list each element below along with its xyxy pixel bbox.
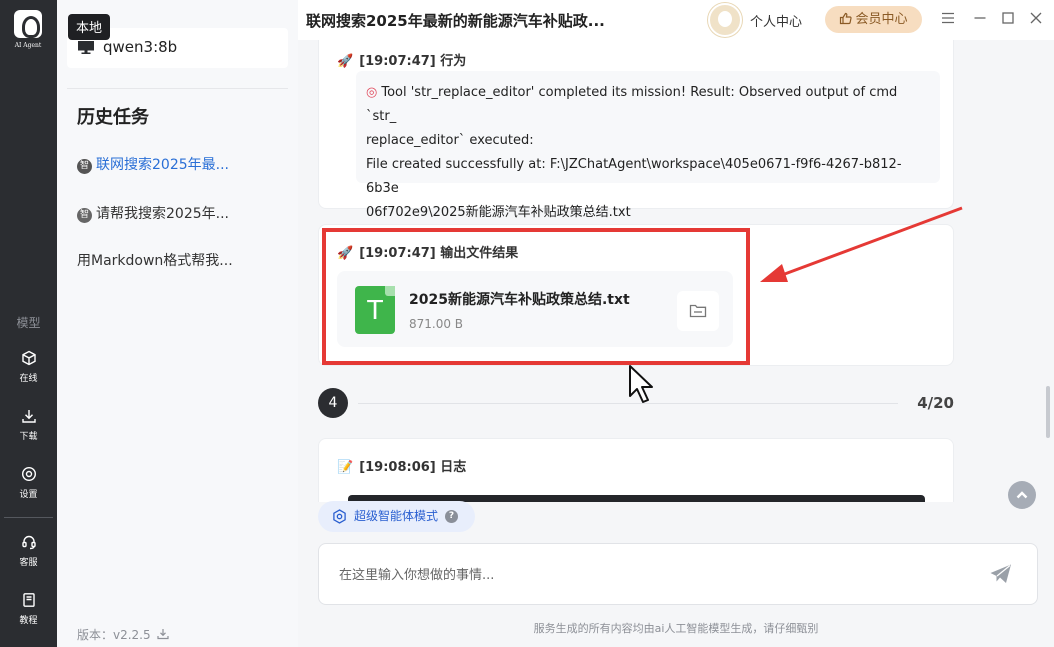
- rail-section-label: 模型: [16, 316, 41, 330]
- close-icon[interactable]: [1028, 10, 1044, 26]
- log-card: 📝 [19:08:06] 日志: [318, 438, 954, 502]
- vip-center-button[interactable]: 会员中心: [825, 6, 922, 33]
- agent-mode-icon: [333, 509, 346, 524]
- rail-item-label: 教程: [19, 616, 38, 626]
- agent-badge-icon: 智: [77, 208, 92, 223]
- rail-item-tutorial[interactable]: 教程: [0, 592, 57, 626]
- log-card-title: [19:08:06] 日志: [359, 460, 467, 475]
- book-icon: [22, 593, 35, 607]
- icon-rail: AI Agent 模型 在线 下载 设置 客服 教程: [0, 0, 57, 647]
- settings-icon: [21, 466, 36, 482]
- step-indicator: 4 4/20: [318, 388, 954, 418]
- maximize-icon[interactable]: [1000, 10, 1016, 26]
- history-item[interactable]: 智联网搜索2025年最...: [77, 154, 229, 174]
- rail-divider: [4, 517, 53, 518]
- tool-result-box: ◎ Tool 'str_replace_editor' completed its…: [356, 71, 940, 220]
- agent-mode-label: 超级智能体模式: [354, 509, 439, 523]
- local-tag: 本地: [68, 14, 111, 40]
- agent-badge-icon: 智: [77, 159, 92, 174]
- headset-icon: [21, 535, 36, 550]
- send-icon[interactable]: [989, 563, 1013, 585]
- log-card-head: 📝 [19:08:06] 日志: [337, 456, 466, 475]
- vip-label: 会员中心: [855, 12, 908, 27]
- chat-scrollbar[interactable]: [1046, 386, 1050, 438]
- update-download-icon[interactable]: [157, 628, 170, 640]
- agent-mode-toggle[interactable]: 超级智能体模式 ?: [318, 501, 475, 532]
- rail-item-label: 设置: [19, 490, 38, 500]
- history-item-label: 用Markdown格式帮我...: [77, 253, 233, 269]
- action-card-head: 🚀 [19:07:47] 行为: [337, 50, 466, 69]
- version-label: 版本：v2.2.5: [77, 628, 151, 642]
- history-title: 历史任务: [77, 107, 149, 128]
- log-icon: 📝: [337, 460, 354, 475]
- chevron-up-icon: [1016, 491, 1028, 499]
- action-card-title: [19:07:47] 行为: [359, 54, 467, 69]
- target-icon: ◎: [366, 85, 378, 100]
- sidebar-divider: [67, 88, 288, 89]
- highlight-box: [322, 228, 750, 365]
- action-card: 🚀 [19:07:47] 行为 ◎ Tool 'str_replace_editor…: [318, 40, 954, 220]
- rail-item-support[interactable]: 客服: [0, 534, 57, 568]
- step-count: 4/20: [917, 394, 954, 412]
- message-composer: [318, 543, 1038, 605]
- step-number: 4: [318, 388, 348, 418]
- rail-item-online[interactable]: 在线: [0, 350, 57, 384]
- chat-title: 联网搜索2025年最新的新能源汽车补贴政...: [306, 12, 605, 30]
- annotation-arrow-icon: [760, 206, 963, 282]
- disclaimer-text: 服务生成的所有内容均由ai人工智能模型生成，请仔细甄别: [533, 622, 819, 635]
- rail-item-label: 下载: [19, 432, 38, 442]
- model-name: qwen3:8b: [103, 38, 178, 56]
- rail-item-download[interactable]: 下载: [0, 408, 57, 442]
- user-avatar[interactable]: [708, 3, 742, 37]
- help-icon[interactable]: ?: [445, 510, 458, 523]
- app-logo: AI Agent: [6, 8, 50, 56]
- rail-item-label: 在线: [19, 374, 38, 384]
- rail-item-settings[interactable]: 设置: [0, 466, 57, 500]
- version-info: 版本：v2.2.5: [77, 626, 170, 643]
- cube-icon: [21, 350, 36, 366]
- scroll-top-button[interactable]: [1008, 481, 1036, 509]
- minimize-icon[interactable]: [972, 10, 988, 26]
- thumbs-up-icon: [840, 12, 853, 25]
- logo-text: AI Agent: [14, 42, 42, 49]
- history-sidebar: qwen3:8b 历史任务 智联网搜索2025年最... 智请帮我搜索2025年…: [57, 0, 298, 647]
- step-divider: [358, 403, 898, 404]
- history-item[interactable]: 智请帮我搜索2025年...: [77, 203, 229, 223]
- menu-icon[interactable]: [940, 10, 956, 26]
- download-icon: [21, 410, 36, 423]
- monitor-icon: [78, 41, 94, 54]
- tool-result-line: replace_editor` executed:: [366, 133, 534, 148]
- user-center-link[interactable]: 个人中心: [750, 11, 802, 30]
- history-item[interactable]: 用Markdown格式帮我...: [77, 250, 233, 270]
- rocket-icon: 🚀: [337, 54, 354, 69]
- history-item-label: 请帮我搜索2025年...: [96, 206, 229, 222]
- tool-result-line: File created successfully at: F:\JZChatA…: [366, 157, 902, 196]
- message-input[interactable]: [339, 564, 959, 586]
- logo-mark-icon: [14, 10, 42, 38]
- history-item-label: 联网搜索2025年最...: [96, 157, 229, 173]
- title-bar: 联网搜索2025年最新的新能源汽车补贴政... 个人中心 会员中心: [298, 0, 1054, 40]
- tool-result-text: Tool 'str_replace_editor' completed its …: [366, 85, 898, 124]
- chat-area: 🚀 [19:07:47] 行为 ◎ Tool 'str_replace_editor…: [298, 40, 1054, 502]
- rail-item-label: 客服: [19, 558, 38, 568]
- tool-result-line: ◎ Tool 'str_replace_editor' completed its…: [366, 81, 930, 129]
